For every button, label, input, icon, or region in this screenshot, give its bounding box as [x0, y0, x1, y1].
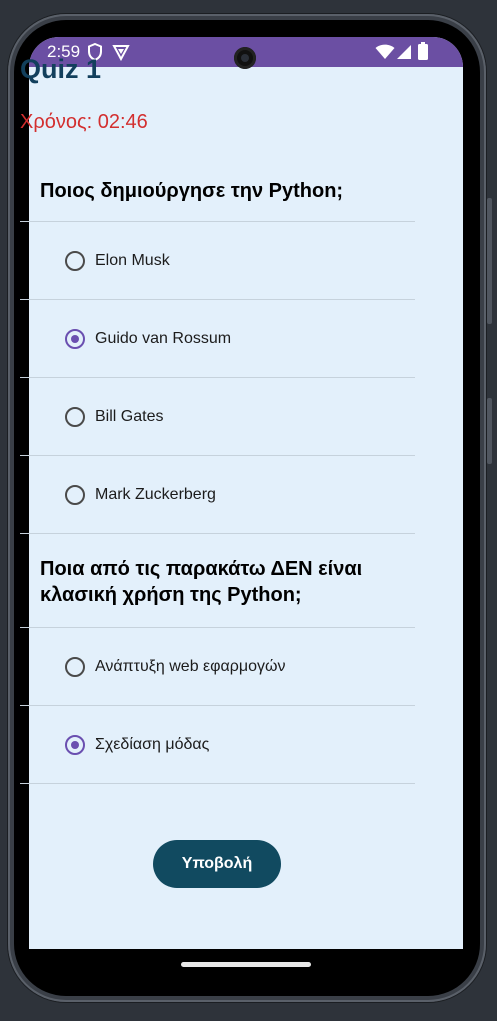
- option-elon-musk[interactable]: Elon Musk: [20, 222, 415, 300]
- submit-button[interactable]: Υποβολή: [153, 840, 281, 888]
- wifi-icon: [375, 44, 395, 65]
- radio-icon[interactable]: [65, 656, 85, 677]
- timer-label: Χρόνος: 02:46: [20, 111, 148, 133]
- option-label: Mark Zuckerberg: [95, 485, 216, 503]
- radio-checked-icon[interactable]: [65, 328, 85, 349]
- radio-icon[interactable]: [65, 250, 85, 271]
- vpn-icon: [112, 43, 130, 66]
- signal-icon: [396, 44, 412, 65]
- radio-checked-icon[interactable]: [65, 734, 85, 755]
- option-label: Σχεδίαση μόδας: [95, 735, 210, 753]
- option-bill-gates[interactable]: Bill Gates: [20, 378, 415, 456]
- question-2: Ποια από τις παρακάτω ΔΕΝ είναι κλασική …: [20, 534, 415, 628]
- battery-icon: [418, 42, 428, 65]
- radio-icon[interactable]: [65, 484, 85, 505]
- option-fashion-design[interactable]: Σχεδίαση μόδας: [20, 706, 415, 784]
- option-mark-zuckerberg[interactable]: Mark Zuckerberg: [20, 456, 415, 534]
- volume-button: [487, 398, 492, 464]
- radio-icon[interactable]: [65, 406, 85, 427]
- navigation-bar: [29, 949, 463, 979]
- option-label: Elon Musk: [95, 251, 170, 269]
- question-1: Ποιος δημιούργησε την Python;: [20, 162, 415, 222]
- page-title: Quiz 1: [20, 54, 102, 84]
- home-gesture-handle[interactable]: [181, 962, 311, 967]
- front-camera: [234, 47, 256, 69]
- option-guido-van-rossum[interactable]: Guido van Rossum: [20, 300, 415, 378]
- phone-device: 2:59 Quiz 1 Χρόνος: 02:46 Ποιος δημιούργ…: [0, 0, 497, 1021]
- option-label: Ανάπτυξη web εφαρμογών: [95, 657, 286, 675]
- option-label: Bill Gates: [95, 407, 164, 425]
- option-label: Guido van Rossum: [95, 329, 232, 347]
- power-button: [487, 198, 492, 324]
- quiz-list: Ποιος δημιούργησε την Python; Elon Musk …: [20, 162, 415, 784]
- option-web-apps[interactable]: Ανάπτυξη web εφαρμογών: [20, 628, 415, 706]
